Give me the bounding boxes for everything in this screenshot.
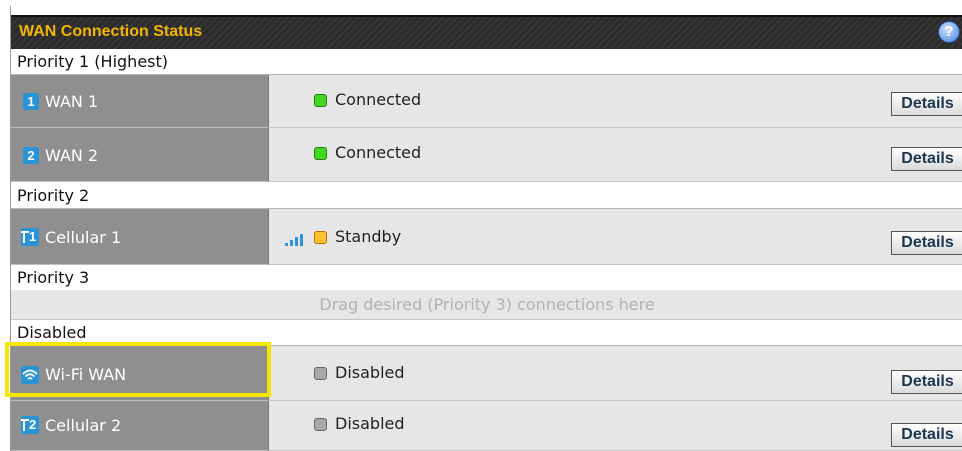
- connection-status-cell: Disabled Details: [269, 401, 962, 451]
- connection-name: Cellular 2: [45, 416, 122, 435]
- group-label: Priority 2: [17, 186, 90, 205]
- wan-number-icon: 1: [23, 93, 39, 110]
- status-led-icon: [314, 94, 327, 107]
- connection-status-cell: Connected Details: [269, 75, 962, 128]
- wifi-wan-highlight-box: [5, 342, 271, 397]
- group-priority-2: Priority 2: [11, 182, 962, 209]
- connection-name-cell[interactable]: 1 WAN 1: [11, 75, 269, 128]
- priority-3-drop-zone[interactable]: Drag desired (Priority 3) connections he…: [11, 290, 962, 320]
- cellular-icon-number: 2: [29, 417, 37, 432]
- connection-name-cell[interactable]: 2 WAN 2: [11, 128, 269, 182]
- status-text: Standby: [335, 227, 402, 246]
- cellular-icon-number: 1: [29, 229, 37, 244]
- status-text: Connected: [335, 143, 422, 162]
- group-label: Priority 1 (Highest): [17, 52, 169, 71]
- status-led-icon: [314, 367, 327, 380]
- status-text: Disabled: [335, 363, 405, 382]
- group-label: Disabled: [17, 323, 87, 342]
- connection-status-cell: Connected Details: [269, 128, 962, 182]
- panel-header: WAN Connection Status ?: [11, 15, 962, 49]
- connection-name-cell[interactable]: 2 Cellular 2: [11, 401, 269, 451]
- details-button[interactable]: Details: [891, 92, 962, 116]
- details-button[interactable]: Details: [891, 147, 962, 171]
- connection-name: Cellular 1: [45, 228, 122, 247]
- drop-zone[interactable]: Drag desired (Priority 3) connections he…: [11, 290, 962, 320]
- group-priority-3: Priority 3: [11, 265, 962, 291]
- drop-zone-hint: Drag desired (Priority 3) connections he…: [319, 295, 655, 314]
- status-text: Disabled: [335, 414, 405, 433]
- help-icon[interactable]: ?: [938, 21, 960, 43]
- group-label: Priority 3: [17, 268, 90, 287]
- connection-name-cell[interactable]: 1 Cellular 1: [11, 209, 269, 265]
- connection-status-cell: Standby Details: [269, 209, 962, 265]
- connection-row-wan2[interactable]: 2 WAN 2 Connected Details: [11, 128, 962, 182]
- details-button[interactable]: Details: [891, 370, 962, 394]
- connection-row-cellular1[interactable]: 1 Cellular 1 Standby Details: [11, 209, 962, 265]
- connection-row-wan1[interactable]: 1 WAN 1 Connected Details: [11, 75, 962, 128]
- cellular-icon: 1: [21, 228, 39, 246]
- connection-row-cellular2[interactable]: 2 Cellular 2 Disabled Details: [11, 401, 962, 451]
- cellular-icon: 2: [21, 416, 39, 434]
- wan-number-icon: 2: [23, 147, 39, 164]
- connection-name: WAN 2: [45, 146, 99, 165]
- signal-bars-icon: [285, 232, 307, 246]
- connection-status-cell: Disabled Details: [269, 346, 962, 401]
- details-button[interactable]: Details: [891, 423, 962, 447]
- connection-name: WAN 1: [45, 92, 99, 111]
- status-led-icon: [314, 418, 327, 431]
- details-button[interactable]: Details: [891, 231, 962, 255]
- panel-title: WAN Connection Status: [19, 23, 203, 40]
- status-text: Connected: [335, 90, 422, 109]
- status-led-icon: [314, 231, 327, 244]
- group-priority-1: Priority 1 (Highest): [11, 50, 962, 75]
- status-led-icon: [314, 147, 327, 160]
